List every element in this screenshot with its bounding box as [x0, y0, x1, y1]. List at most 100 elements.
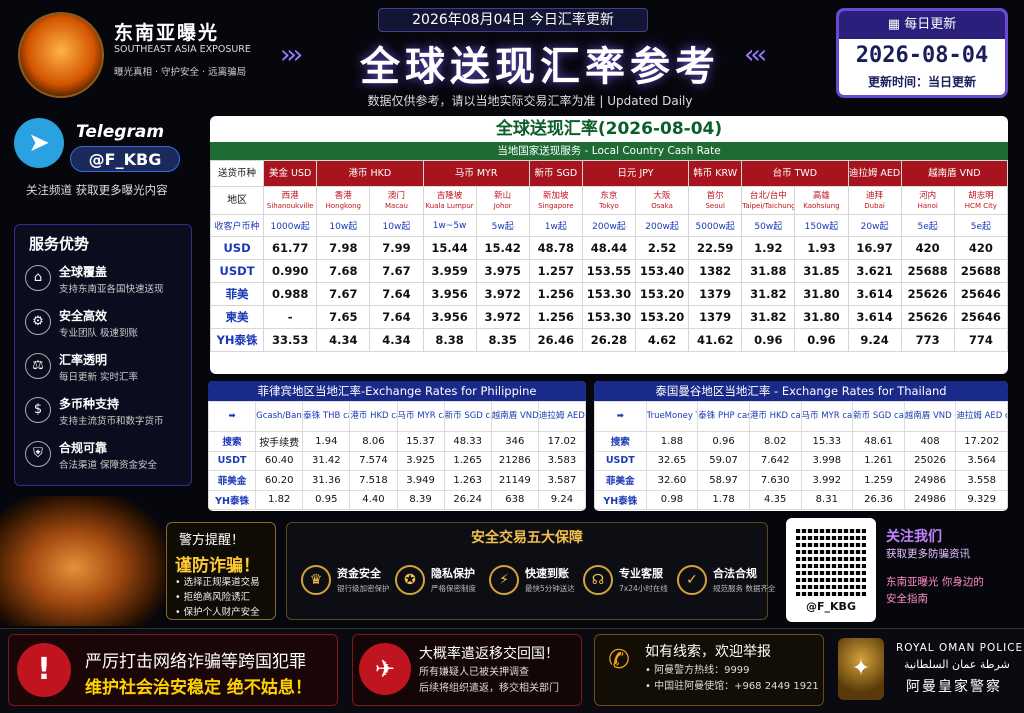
currency-header: 越南盾 VND	[900, 160, 1008, 187]
report-banner: ✆ 如有线索，欢迎举报 • 阿曼警方热线：9999 • 中国驻阿曼使馆：+968…	[594, 634, 824, 706]
rate-cell: 25646	[953, 282, 1008, 306]
receive-cell: 1000w起	[263, 214, 318, 237]
currency-header: 韩币 KRW	[688, 160, 743, 187]
region-en: Seoul	[705, 201, 725, 210]
advantage-title: 全球覆盖	[59, 265, 108, 279]
rate-cell: 9.24	[847, 328, 902, 352]
advantage-title: 汇率透明	[59, 353, 108, 367]
row-label: YH泰铢	[594, 489, 647, 510]
rate-cell: 7.518	[349, 470, 398, 491]
rate-cell: 1379	[688, 282, 743, 306]
region-cn: 大阪	[653, 190, 671, 201]
rate-cell: 17.02	[537, 431, 586, 452]
phone-icon: ✆	[608, 645, 630, 675]
daily-label: 每日更新	[904, 17, 957, 32]
rate-cell: 7.68	[316, 259, 371, 283]
rate-cell: 16.97	[847, 236, 902, 260]
rate-cell: 31.82	[741, 305, 796, 329]
rate-cell: 31.85	[794, 259, 849, 283]
region-cell: 新山 Johor	[475, 186, 530, 215]
advantage-desc: 合法渠道 保障资金安全	[59, 460, 158, 471]
global-table-subtitle: 当地国家送现服务 - Local Country Cash Rate	[210, 142, 1008, 160]
table-row: YH泰铢 33.53 4.34 4.34 8.38 8.35 26.46 26.28 4.62 4…	[210, 328, 1008, 352]
rate-cell: 26.24	[443, 489, 492, 510]
police-hotline[interactable]: • 阿曼警方热线：9999	[645, 663, 819, 679]
telegram-handle[interactable]: @F_KBG	[70, 146, 180, 172]
rate-cell: 4.62	[634, 328, 690, 352]
guarantee-title: 专业客服	[619, 567, 663, 580]
rate-cell: 0.96	[697, 431, 750, 452]
region-cell: 澳门 Macau	[369, 186, 424, 215]
rate-cell: 2.52	[634, 236, 690, 260]
rate-cell: 22.59	[688, 236, 743, 260]
region-en: Singapore	[538, 201, 574, 210]
rate-cell: 1382	[688, 259, 743, 283]
chevron-right-icon: ›››	[280, 40, 303, 70]
rate-cell: 1.256	[528, 305, 583, 329]
rate-cell: 153.40	[634, 259, 690, 283]
region-cell: 台北/台中 Taipei/Taichung	[741, 186, 796, 215]
receive-cell: 5w起	[475, 214, 530, 237]
rate-cell: 48.61	[852, 431, 905, 452]
rate-cell: 153.20	[634, 282, 690, 306]
brand-english: SOUTHEAST ASIA EXPOSURE	[114, 44, 251, 55]
region-cell: 东京 Tokyo	[581, 186, 637, 215]
currency-row: 送货币种 美金 USD 港币 HKD 马币 MYR 新币 SGD 日元 JPY 韩币 KRW…	[210, 160, 1008, 187]
row-label: 送货币种	[210, 160, 265, 187]
qr-code[interactable]: @F_KBG	[786, 518, 876, 622]
warning-headline: 谨防诈骗！	[175, 556, 260, 576]
table-row: 搜索 按手续费 1.94 8.06 15.37 48.33 346 17.02	[208, 431, 586, 452]
receive-cell: 20w起	[847, 214, 902, 237]
rate-cell: 7.99	[369, 236, 424, 260]
repatriation-line: 所有嫌疑人已被关押调查	[419, 667, 529, 678]
page-subtitle: 数据仅供参考，请以当地实际交易汇率为准 | Updated Daily	[367, 94, 693, 108]
currency-header: 马币 MYR	[422, 160, 530, 187]
rate-cell: 9.24	[537, 489, 586, 510]
rate-cell: 24986	[903, 470, 957, 491]
column-header: 越南盾 VND cash	[903, 401, 957, 432]
table-row: YH泰铢 0.98 1.78 4.35 8.31 26.36 24986 9.329	[594, 489, 1008, 510]
region-en: Kuala Lumpur	[425, 201, 474, 210]
follow-desc: 获取更多防骗资讯	[886, 548, 970, 560]
row-label: 柬美	[210, 305, 265, 329]
crackdown-line2: 维护社会治安稳定 绝不姑息！	[85, 678, 312, 698]
rate-cell: 21286	[490, 450, 539, 471]
rate-cell: 25026	[903, 450, 957, 471]
region-cn: 新加坡	[543, 190, 569, 201]
column-header: 新币 SGD cash	[443, 401, 492, 432]
rate-cell: 1.259	[852, 470, 905, 491]
crown-shield-icon: ♛	[301, 565, 331, 595]
rate-cell: 31.82	[741, 282, 796, 306]
lightning-icon: ⚡	[489, 565, 519, 595]
region-cn: 迪拜	[866, 190, 884, 201]
rate-cell: 0.990	[263, 259, 318, 283]
warning-item: • 选择正规渠道交易	[175, 577, 260, 588]
advantage-item: $ 多币种支持 支持主流货币和数字货币	[25, 393, 190, 433]
guarantee-item: ✪ 隐私保护 严格保密制度	[393, 555, 483, 611]
currency-header: 台币 TWD	[741, 160, 849, 187]
table-row: 菲美 0.988 7.67 7.64 3.956 3.972 1.256 153.30 153.…	[210, 282, 1008, 306]
rate-cell: 按手续费	[255, 431, 304, 452]
thailand-table-title: 泰国曼谷地区当地汇率 - Exchange Rates for Thailand	[594, 381, 1008, 401]
embassy-phone[interactable]: • 中国驻阿曼使馆：+968 2449 1921	[645, 679, 819, 695]
region-cell: 迪拜 Dubai	[847, 186, 902, 215]
row-label: YH泰铢	[208, 489, 257, 510]
rate-cell: 48.78	[528, 236, 583, 260]
rate-cell: 26.46	[528, 328, 583, 352]
repatriation-banner: ✈ 大概率遣返移交回国！ 所有嫌疑人已被关押调查 后续将组织遣返，移交相关部门	[352, 634, 582, 706]
rate-cell: 15.44	[422, 236, 477, 260]
region-en: Kaohsiung	[803, 201, 840, 210]
region-cn: 台北/台中	[749, 190, 787, 201]
row-label: 菲美	[210, 282, 265, 306]
rate-cell: 7.630	[748, 470, 802, 491]
rate-cell: 7.642	[748, 450, 802, 471]
rate-cell: 4.34	[369, 328, 424, 352]
rate-cell: 3.959	[422, 259, 477, 283]
rate-cell: 25688	[953, 259, 1008, 283]
guarantee-item: ☊ 专业客服 7x24小时在线	[581, 555, 671, 611]
rate-cell: 31.80	[794, 282, 849, 306]
rate-cell: 1.94	[302, 431, 351, 452]
rate-cell: 7.64	[369, 282, 424, 306]
telegram-icon[interactable]: ➤	[14, 118, 64, 168]
police-warning-box: 警方提醒！ 谨防诈骗！ • 选择正规渠道交易 • 拒绝高风险诱汇 • 保护个人财…	[166, 522, 276, 620]
